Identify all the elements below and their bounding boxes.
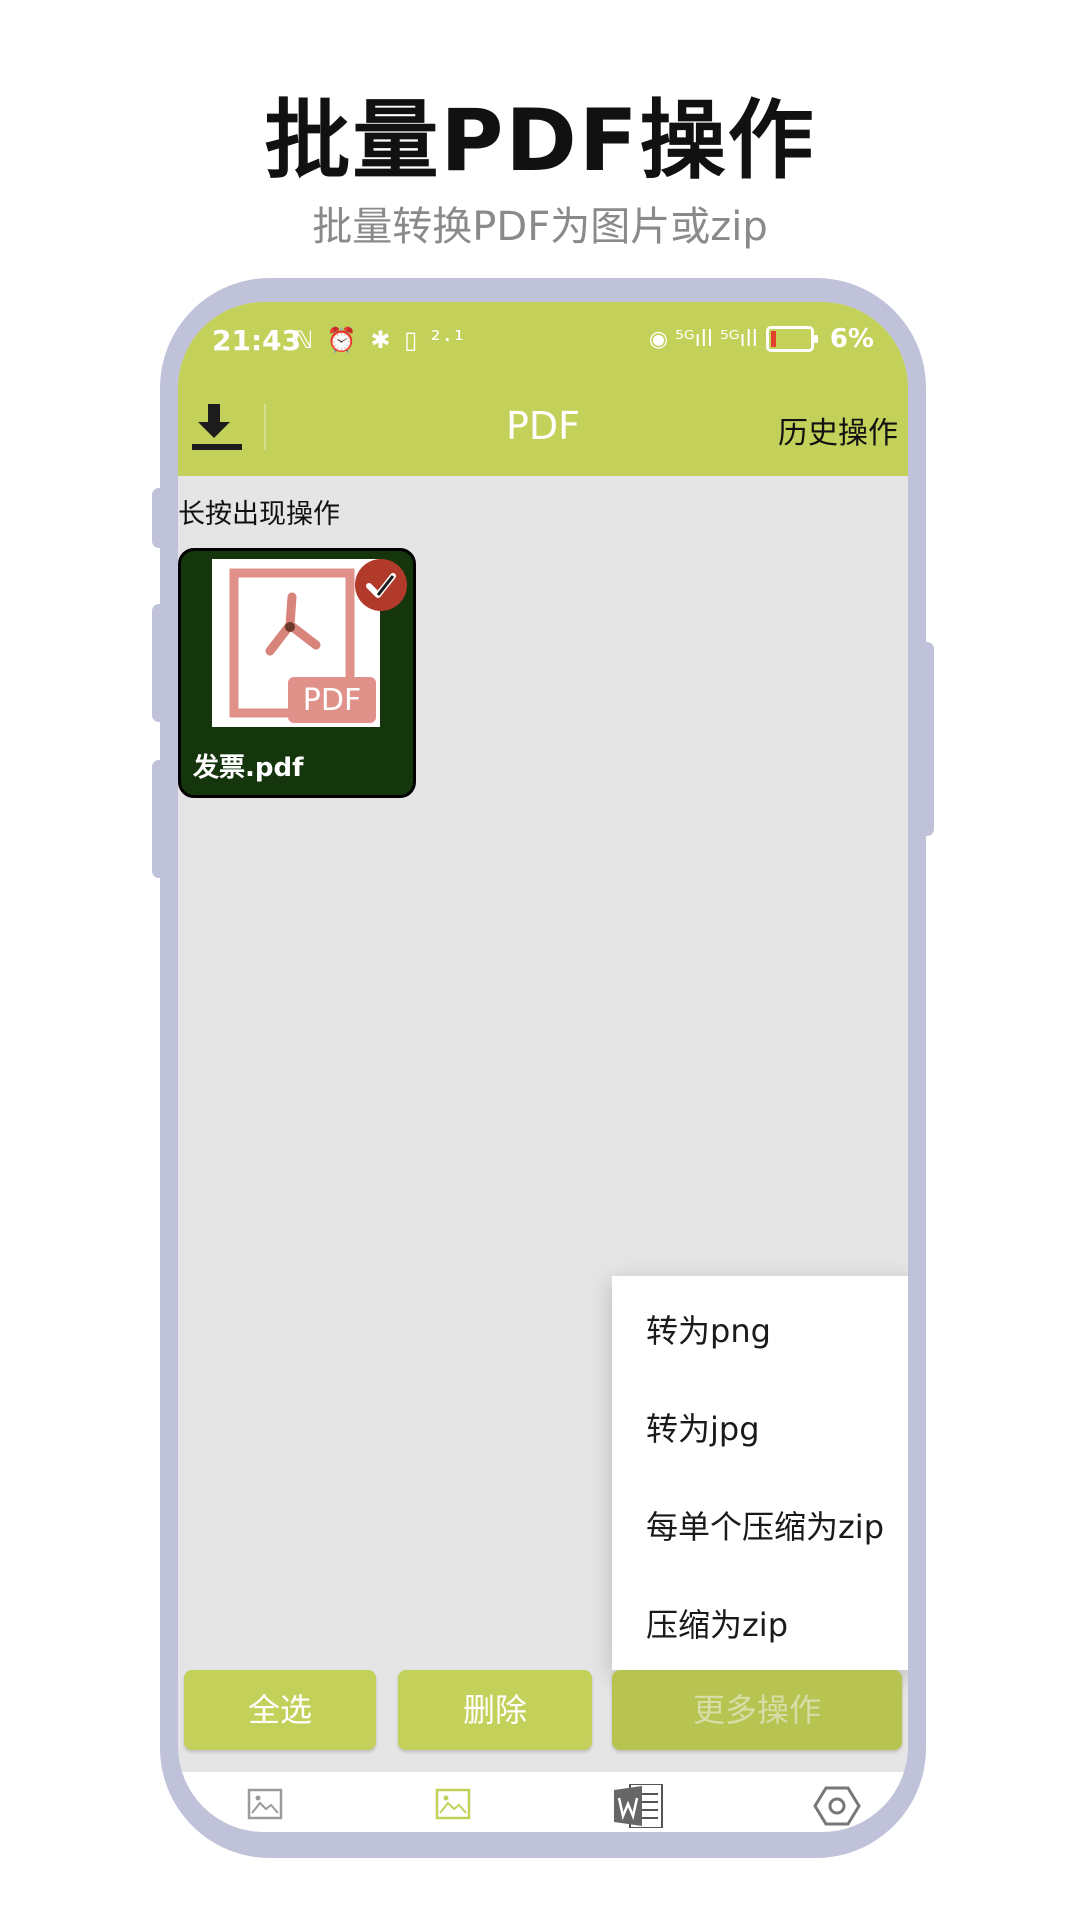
more-actions-menu: 转为png 转为jpg 每单个压缩为zip 压缩为zip [612, 1276, 908, 1670]
battery-icon [765, 326, 818, 352]
delete-button[interactable]: 删除 [398, 1670, 592, 1750]
phone-side-button [152, 760, 166, 878]
pdf-thumb-label: PDF [303, 683, 361, 718]
status-icons: ℕ ⏰ ✱ ▯ ²·¹ [294, 326, 467, 354]
menu-item-to-png[interactable]: 转为png [646, 1306, 771, 1352]
more-actions-button[interactable]: 更多操作 [612, 1670, 902, 1750]
menu-item-to-jpg[interactable]: 转为jpg [646, 1404, 760, 1450]
signal-icons: ◉ ⁵ᴳıll ⁵ᴳıll [648, 326, 758, 352]
promo-headline: 批量PDF操作 [264, 91, 816, 191]
file-name: 发票.pdf [193, 753, 304, 783]
phone-side-button [152, 488, 166, 548]
selected-check-icon[interactable] [355, 559, 407, 611]
settings-icon[interactable] [812, 1784, 862, 1826]
word-icon[interactable] [612, 1783, 663, 1829]
history-button[interactable]: 历史操作 [778, 408, 898, 452]
menu-item-zip-each[interactable]: 每单个压缩为zip [646, 1502, 884, 1548]
status-right: ◉ ⁵ᴳıll ⁵ᴳıll 6% [649, 324, 874, 354]
bottom-nav [178, 1772, 908, 1832]
menu-item-zip-all[interactable]: 压缩为zip [646, 1600, 788, 1646]
image-icon-active[interactable] [428, 1784, 478, 1824]
promo-subheadline: 批量转换PDF为图片或zip [312, 204, 768, 250]
app-header: 21:43 ℕ ⏰ ✱ ▯ ²·¹ ◉ ⁵ᴳıll ⁵ᴳıll 6% PDF 历… [178, 302, 908, 476]
long-press-hint: 长按出现操作 [178, 499, 340, 530]
select-all-button[interactable]: 全选 [184, 1670, 376, 1750]
phone-side-button [152, 604, 166, 722]
file-card[interactable]: PDF 发票.pdf [178, 548, 416, 798]
phone-screen: 21:43 ℕ ⏰ ✱ ▯ ²·¹ ◉ ⁵ᴳıll ⁵ᴳıll 6% PDF 历… [178, 302, 908, 1832]
battery-level: 6% [829, 324, 874, 354]
status-time: 21:43 [212, 324, 302, 357]
image-icon[interactable] [240, 1784, 290, 1824]
phone-power-button [920, 642, 934, 836]
